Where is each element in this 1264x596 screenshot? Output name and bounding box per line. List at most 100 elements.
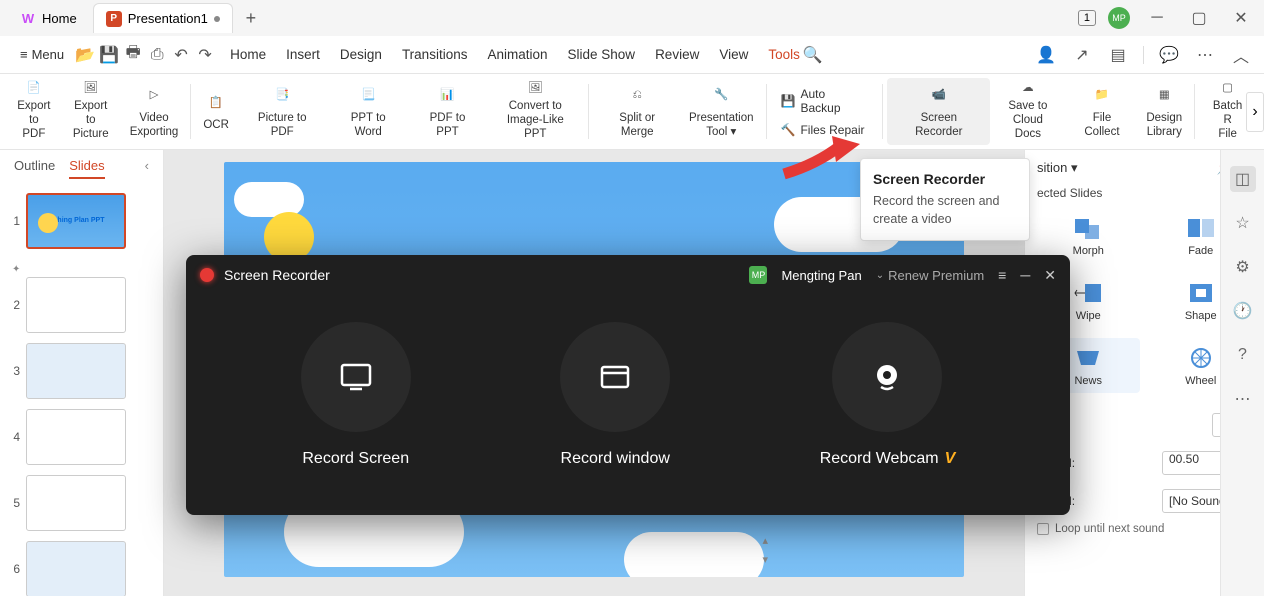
pdf-to-ppt-button[interactable]: 📊 PDF to PPT bbox=[409, 78, 486, 145]
batch-icon: ▢ bbox=[1216, 81, 1240, 95]
presentation-tool-button[interactable]: 🔧 PresentationTool ▾ bbox=[681, 78, 762, 145]
clipboard-icon[interactable]: ▤ bbox=[1107, 44, 1129, 66]
monitor-icon bbox=[338, 359, 374, 395]
more-icon[interactable]: ⋯ bbox=[1194, 44, 1216, 66]
sidetool-history[interactable]: 🕐 bbox=[1230, 298, 1256, 324]
tab-view[interactable]: View bbox=[719, 39, 748, 70]
slide-item-1[interactable]: 1 Teaching Plan PPT bbox=[6, 193, 157, 249]
sidetool-object[interactable]: ◫ bbox=[1230, 166, 1256, 192]
print-icon[interactable]: 🖶 bbox=[122, 44, 144, 66]
recorder-user: Mengting Pan bbox=[781, 268, 861, 283]
share-icon[interactable]: ↗ bbox=[1071, 44, 1093, 66]
open-icon[interactable]: 📂 bbox=[74, 44, 96, 66]
record-dot-icon bbox=[200, 268, 214, 282]
design-library-button[interactable]: ▦ DesignLibrary bbox=[1138, 78, 1190, 145]
ribbon-next-button[interactable]: › bbox=[1246, 92, 1264, 132]
maximize-button[interactable]: ▢ bbox=[1184, 3, 1214, 33]
home-tab[interactable]: W Home bbox=[8, 3, 89, 33]
slides-tab[interactable]: Slides bbox=[69, 158, 104, 179]
slide-item-5[interactable]: 5 bbox=[6, 475, 157, 531]
save-cloud-label: Save toCloud Docs bbox=[998, 99, 1057, 142]
tool-icon: 🔧 bbox=[709, 84, 733, 108]
comment-icon[interactable]: 💬 bbox=[1158, 44, 1180, 66]
picture-to-pdf-label: Picture to PDF bbox=[245, 111, 320, 140]
search-icon[interactable]: 🔍 bbox=[802, 44, 824, 66]
menu-button[interactable]: ≡ Menu bbox=[12, 43, 72, 66]
recorder-menu-icon[interactable]: ≡ bbox=[998, 267, 1006, 283]
menubar: ≡ Menu 📂 💾 🖶 ⎙ ↶ ↷ Home Insert Design Tr… bbox=[0, 36, 1264, 74]
side-toolbar: ◫ ☆ ⚙ 🕐 ? ⋯ bbox=[1220, 150, 1264, 596]
collapse-panel-icon[interactable]: ‹ bbox=[145, 158, 149, 179]
screen-recorder-label: Screen Recorder bbox=[895, 111, 982, 140]
tab-insert[interactable]: Insert bbox=[286, 39, 320, 70]
redo-icon[interactable]: ↷ bbox=[194, 44, 216, 66]
ppt-to-word-label: PPT to Word bbox=[336, 111, 401, 140]
avatar[interactable]: MP bbox=[1108, 7, 1130, 29]
tab-slideshow[interactable]: Slide Show bbox=[568, 39, 636, 70]
nav-up-icon[interactable]: ▴ bbox=[762, 534, 768, 547]
convert-image-button[interactable]: 🖼 Convert toImage-Like PPT bbox=[486, 78, 584, 145]
record-webcam-option[interactable]: Record Webcam V bbox=[820, 322, 956, 468]
renew-premium-button[interactable]: ⌄ Renew Premium bbox=[876, 268, 984, 283]
video-exporting-button[interactable]: ▷ VideoExporting bbox=[122, 78, 187, 145]
save-icon[interactable]: 💾 bbox=[98, 44, 120, 66]
record-window-option[interactable]: Record window bbox=[560, 322, 670, 468]
collapse-ribbon-icon[interactable]: ︿ bbox=[1230, 44, 1252, 66]
tab-animation[interactable]: Animation bbox=[487, 39, 547, 70]
picture-to-pdf-button[interactable]: 📑 Picture to PDF bbox=[237, 78, 328, 145]
undo-icon[interactable]: ↶ bbox=[170, 44, 192, 66]
screen-recorder-button[interactable]: 📹 Screen Recorder bbox=[887, 78, 990, 145]
video-exporting-label: VideoExporting bbox=[130, 111, 179, 140]
loop-checkbox[interactable] bbox=[1037, 523, 1049, 535]
recorder-avatar: MP bbox=[749, 266, 767, 284]
loop-label: Loop until next sound bbox=[1055, 523, 1164, 535]
minimize-button[interactable]: ─ bbox=[1142, 3, 1172, 33]
preview-icon[interactable]: ⎙ bbox=[146, 44, 168, 66]
sidetool-help[interactable]: ? bbox=[1230, 342, 1256, 368]
pic-pdf-icon: 📑 bbox=[270, 84, 294, 108]
collect-icon: 📁 bbox=[1090, 84, 1114, 108]
save-cloud-button[interactable]: ☁ Save toCloud Docs bbox=[990, 78, 1065, 145]
window-icon bbox=[597, 359, 633, 395]
ppt-to-word-button[interactable]: 📃 PPT to Word bbox=[328, 78, 409, 145]
cloud-shape bbox=[624, 532, 764, 577]
auto-backup-button[interactable]: 💾 Auto Backup bbox=[777, 85, 873, 117]
vip-badge: V bbox=[945, 450, 956, 468]
tab-home[interactable]: Home bbox=[230, 39, 266, 70]
export-pdf-button[interactable]: 📄 Exportto PDF bbox=[8, 78, 60, 145]
export-picture-label: Export toPicture bbox=[68, 99, 114, 142]
outline-tab[interactable]: Outline bbox=[14, 158, 55, 179]
split-merge-button[interactable]: ⎌ Split or Merge bbox=[593, 78, 680, 145]
recorder-minimize[interactable]: ─ bbox=[1020, 267, 1030, 283]
ocr-button[interactable]: 📋 OCR bbox=[195, 78, 237, 145]
record-screen-option[interactable]: Record Screen bbox=[301, 322, 411, 468]
tab-review[interactable]: Review bbox=[655, 39, 699, 70]
screen-recorder-window: Screen Recorder MP Mengting Pan ⌄ Renew … bbox=[186, 255, 1070, 515]
morph-icon bbox=[1070, 214, 1106, 242]
slide-item-4[interactable]: 4 bbox=[6, 409, 157, 465]
document-tab[interactable]: P Presentation1 bbox=[93, 3, 233, 33]
tab-tools[interactable]: Tools bbox=[768, 39, 800, 70]
close-button[interactable]: ✕ bbox=[1226, 3, 1256, 33]
animation-icon: ✦ bbox=[12, 264, 20, 275]
slide-item-2[interactable]: 2 bbox=[6, 277, 157, 333]
export-picture-button[interactable]: 🖼 Export toPicture bbox=[60, 78, 122, 145]
tab-transitions[interactable]: Transitions bbox=[402, 39, 468, 70]
modified-dot-icon bbox=[214, 16, 220, 22]
nav-down-icon[interactable]: ▾ bbox=[762, 553, 768, 566]
recorder-close[interactable]: ✕ bbox=[1044, 267, 1056, 284]
sidetool-more[interactable]: ⋯ bbox=[1230, 386, 1256, 412]
slide-item-6[interactable]: 6 bbox=[6, 541, 157, 596]
menu-label: Menu bbox=[32, 47, 65, 62]
add-tab-button[interactable]: + bbox=[237, 4, 265, 32]
split-icon: ⎌ bbox=[625, 84, 649, 108]
slide-item-3[interactable]: 3 bbox=[6, 343, 157, 399]
file-collect-button[interactable]: 📁 File Collect bbox=[1066, 78, 1139, 145]
tab-design[interactable]: Design bbox=[340, 39, 382, 70]
recorder-header[interactable]: Screen Recorder MP Mengting Pan ⌄ Renew … bbox=[186, 255, 1070, 295]
user-icon[interactable]: 👤 bbox=[1035, 44, 1057, 66]
sidetool-settings[interactable]: ⚙ bbox=[1230, 254, 1256, 280]
sidetool-star[interactable]: ☆ bbox=[1230, 210, 1256, 236]
transition-dropdown[interactable]: sition ▾ bbox=[1037, 160, 1078, 176]
slide-thumbnail bbox=[26, 475, 126, 531]
